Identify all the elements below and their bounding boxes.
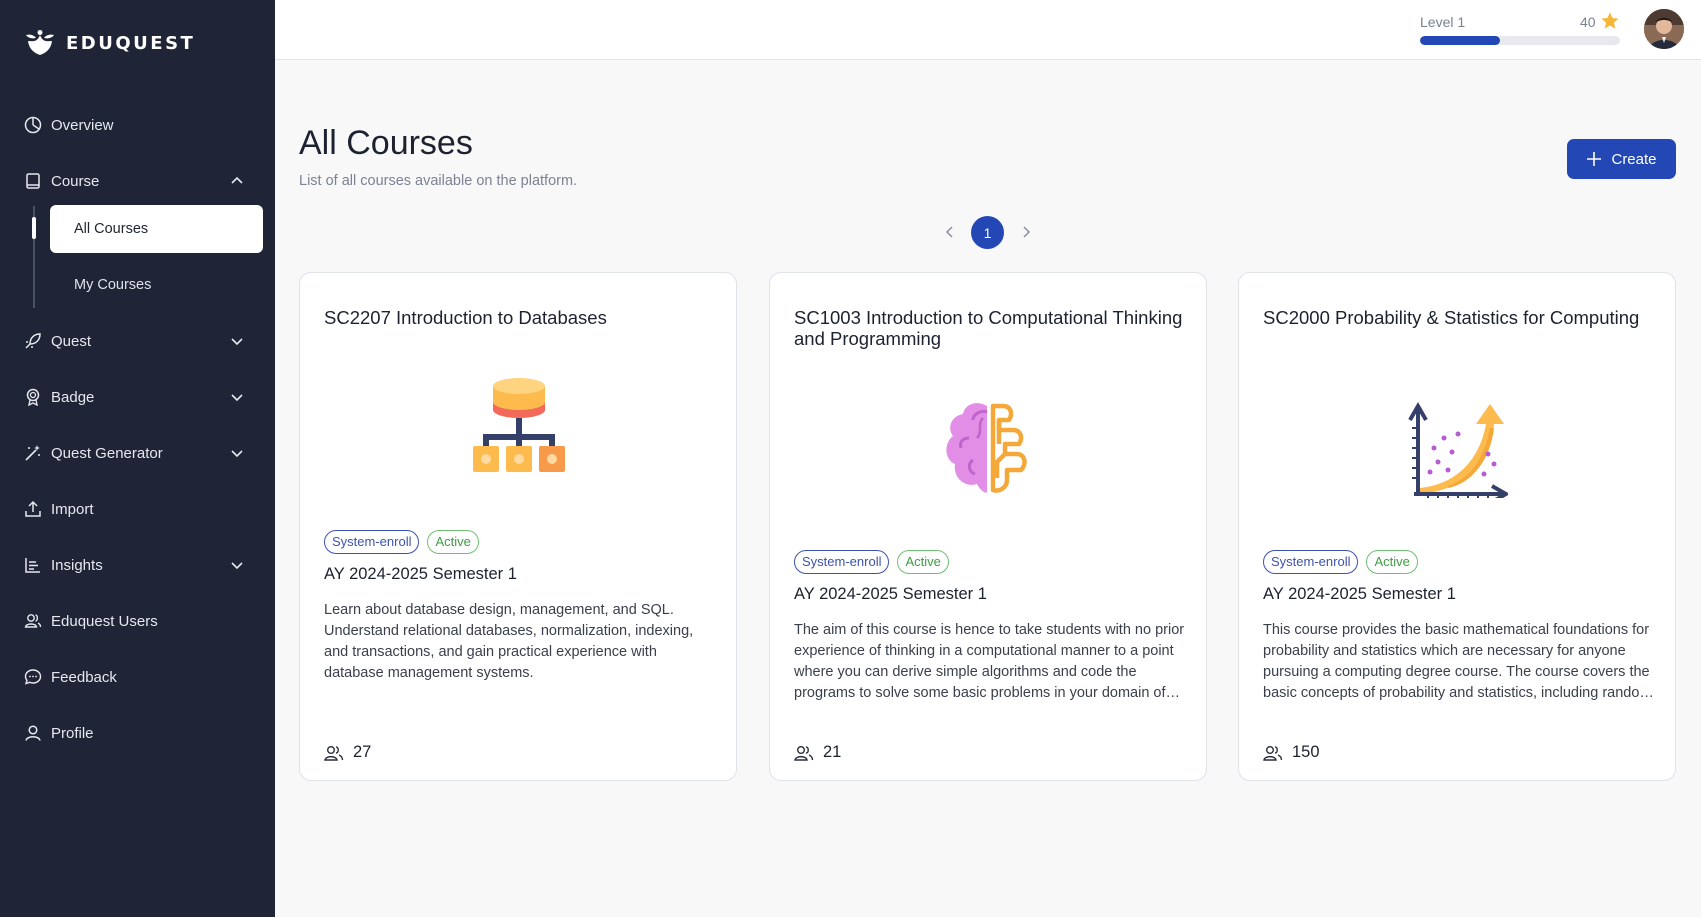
sidebar-item-profile[interactable]: Profile bbox=[0, 713, 275, 753]
chevron-down-icon[interactable] bbox=[229, 333, 245, 349]
enrolled-users: 150 bbox=[1263, 743, 1320, 762]
users-icon bbox=[24, 612, 42, 630]
users-icon bbox=[324, 745, 344, 761]
sidebar-item-import[interactable]: Import bbox=[0, 489, 275, 529]
brand-name: EDUQUEST bbox=[66, 32, 196, 54]
chevron-up-icon[interactable] bbox=[229, 173, 245, 189]
course-term: AY 2024-2025 Semester 1 bbox=[794, 585, 987, 603]
sidebar-item-badge[interactable]: Badge bbox=[0, 377, 275, 417]
sidebar-item-quest-generator[interactable]: Quest Generator bbox=[0, 433, 275, 473]
sidebar-item-label: Feedback bbox=[51, 668, 117, 686]
course-card[interactable]: SC1003 Introduction to Computational Thi… bbox=[769, 272, 1207, 781]
sidebar-item-eduquest-users[interactable]: Eduquest Users bbox=[0, 601, 275, 641]
enrolled-users: 21 bbox=[794, 743, 841, 762]
course-tags: System-enroll Active bbox=[1263, 550, 1418, 574]
star-icon bbox=[1601, 12, 1619, 29]
eduquest-logo-icon bbox=[26, 30, 54, 55]
course-title: SC2207 Introduction to Databases bbox=[324, 307, 607, 328]
sidebar-item-label: Overview bbox=[51, 116, 114, 134]
create-button[interactable]: Create bbox=[1567, 139, 1676, 179]
sidebar-item-label: Eduquest Users bbox=[51, 612, 158, 630]
pagination-next-button[interactable] bbox=[1018, 223, 1034, 241]
create-button-label: Create bbox=[1611, 150, 1657, 168]
enrollment-tag: System-enroll bbox=[324, 530, 420, 554]
sidebar-item-label: Profile bbox=[51, 724, 94, 742]
chevron-right-icon bbox=[1023, 226, 1031, 238]
page-subtitle: List of all courses available on the pla… bbox=[299, 173, 578, 189]
subitem-label: My Courses bbox=[74, 277, 152, 293]
course-description: This course provides the basic mathemati… bbox=[1263, 622, 1652, 701]
enrollment-tag: System-enroll bbox=[794, 550, 890, 574]
course-term: AY 2024-2025 Semester 1 bbox=[1263, 585, 1456, 603]
course-card[interactable]: SC2000 Probability & Statistics for Comp… bbox=[1238, 272, 1676, 781]
enrolled-count: 150 bbox=[1292, 743, 1320, 761]
sidebar-item-quest[interactable]: Quest bbox=[0, 321, 275, 361]
pagination-prev-button[interactable] bbox=[942, 223, 958, 241]
sidebar-subitem-my-courses[interactable]: My Courses bbox=[50, 261, 263, 309]
chevron-down-icon[interactable] bbox=[229, 445, 245, 461]
chevron-down-icon[interactable] bbox=[229, 389, 245, 405]
insights-icon bbox=[24, 556, 42, 574]
course-title: SC2000 Probability & Statistics for Comp… bbox=[1263, 307, 1640, 328]
course-tags: System-enroll Active bbox=[324, 530, 479, 554]
page-title: All Courses bbox=[299, 124, 473, 162]
plus-icon bbox=[1587, 152, 1602, 166]
sidebar-item-label: Quest Generator bbox=[51, 444, 163, 462]
enrolled-count: 27 bbox=[353, 743, 372, 761]
chart-pie-icon bbox=[24, 116, 42, 134]
chevron-left-icon bbox=[945, 226, 953, 238]
magic-wand-icon bbox=[24, 444, 42, 462]
submenu-active-indicator bbox=[32, 217, 36, 239]
avatar[interactable] bbox=[1644, 9, 1684, 49]
status-badge: Active bbox=[427, 530, 479, 554]
rocket-icon bbox=[24, 332, 42, 350]
avatar-image bbox=[1644, 9, 1684, 49]
top-bar bbox=[275, 0, 1701, 60]
xp-points: 40 bbox=[1580, 14, 1596, 30]
course-term: AY 2024-2025 Semester 1 bbox=[324, 565, 517, 583]
badge-icon bbox=[24, 388, 42, 406]
database-hierarchy-icon bbox=[473, 378, 565, 472]
status-badge: Active bbox=[1366, 550, 1418, 574]
brand[interactable]: EDUQUEST bbox=[24, 29, 195, 57]
subitem-label: All Courses bbox=[74, 221, 149, 237]
course-description: The aim of this course is hence to take … bbox=[794, 622, 1185, 701]
book-icon bbox=[24, 172, 42, 190]
sidebar-item-insights[interactable]: Insights bbox=[0, 545, 275, 585]
pagination-page-button[interactable]: 1 bbox=[971, 216, 1004, 249]
sidebar-subitem-all-courses[interactable]: All Courses bbox=[50, 205, 263, 253]
course-description: Learn about database design, management,… bbox=[324, 602, 694, 681]
users-icon bbox=[794, 745, 814, 761]
sidebar-item-label: Insights bbox=[51, 556, 103, 574]
sidebar: EDUQUEST Overview Course All Courses My … bbox=[0, 0, 275, 917]
course-tags: System-enroll Active bbox=[794, 550, 949, 574]
level-progress-bar bbox=[1420, 36, 1620, 45]
user-icon bbox=[24, 724, 42, 742]
sidebar-item-course[interactable]: Course bbox=[0, 161, 275, 201]
brain-circuit-icon bbox=[946, 403, 1027, 493]
enrollment-tag: System-enroll bbox=[1263, 550, 1359, 574]
upload-icon bbox=[24, 500, 42, 518]
enrolled-count: 21 bbox=[823, 743, 842, 761]
sidebar-item-feedback[interactable]: Feedback bbox=[0, 657, 275, 697]
level-progress-fill bbox=[1420, 36, 1500, 45]
course-title: SC1003 Introduction to Computational Thi… bbox=[794, 307, 1183, 349]
sidebar-item-label: Quest bbox=[51, 332, 92, 350]
level-label: Level 1 bbox=[1420, 14, 1466, 30]
growth-chart-icon bbox=[1408, 401, 1508, 498]
sidebar-item-label: Course bbox=[51, 172, 100, 190]
sidebar-item-label: Badge bbox=[51, 388, 95, 406]
enrolled-users: 27 bbox=[324, 743, 371, 762]
course-card[interactable]: SC2207 Introduction to Databases System-… bbox=[299, 272, 737, 781]
chat-icon bbox=[24, 668, 42, 686]
chevron-down-icon[interactable] bbox=[229, 557, 245, 573]
users-icon bbox=[1263, 745, 1283, 761]
sidebar-item-overview[interactable]: Overview bbox=[0, 105, 275, 145]
status-badge: Active bbox=[897, 550, 949, 574]
sidebar-item-label: Import bbox=[51, 500, 94, 518]
